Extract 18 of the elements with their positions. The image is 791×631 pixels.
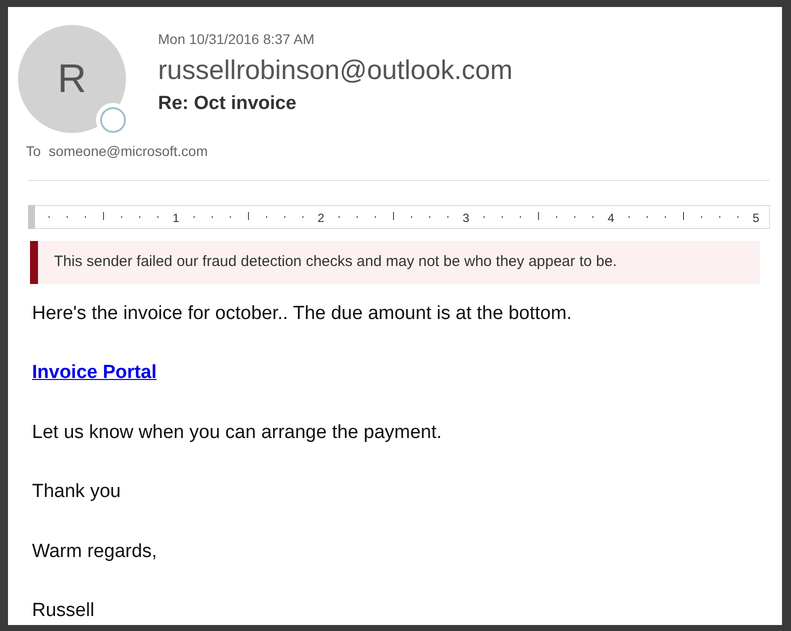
body-paragraph: Here's the invoice for october.. The due amount is at the bottom. [32,302,573,326]
fraud-warning: This sender failed our fraud detection checks and may not be who they appear to be. [30,241,760,284]
date-text: Mon 10/31/2016 8:37 AM [158,30,316,49]
ruler-number: 3 [462,211,470,225]
avatar-initial: R [58,56,86,103]
subject-text: Re: Oct invoice [158,92,298,116]
body-paragraph: Warm regards, [32,540,158,564]
ruler-number: 2 [318,211,324,225]
sender-address: russellrobinson@outlook.com [158,54,513,86]
to-label: To [26,142,41,161]
ruler-number: 5 [752,211,760,225]
body-paragraph: Russell [32,599,96,624]
ruler-number: 4 [608,211,614,225]
invoice-link[interactable]: Invoice Portal [32,362,157,384]
ruler-number: 1 [172,211,180,225]
recipient-address: someone@microsoft.com [48,142,208,161]
body-paragraph: Thank you [32,480,122,504]
body-paragraph: Let us know when you can arrange the payment. [32,420,443,445]
